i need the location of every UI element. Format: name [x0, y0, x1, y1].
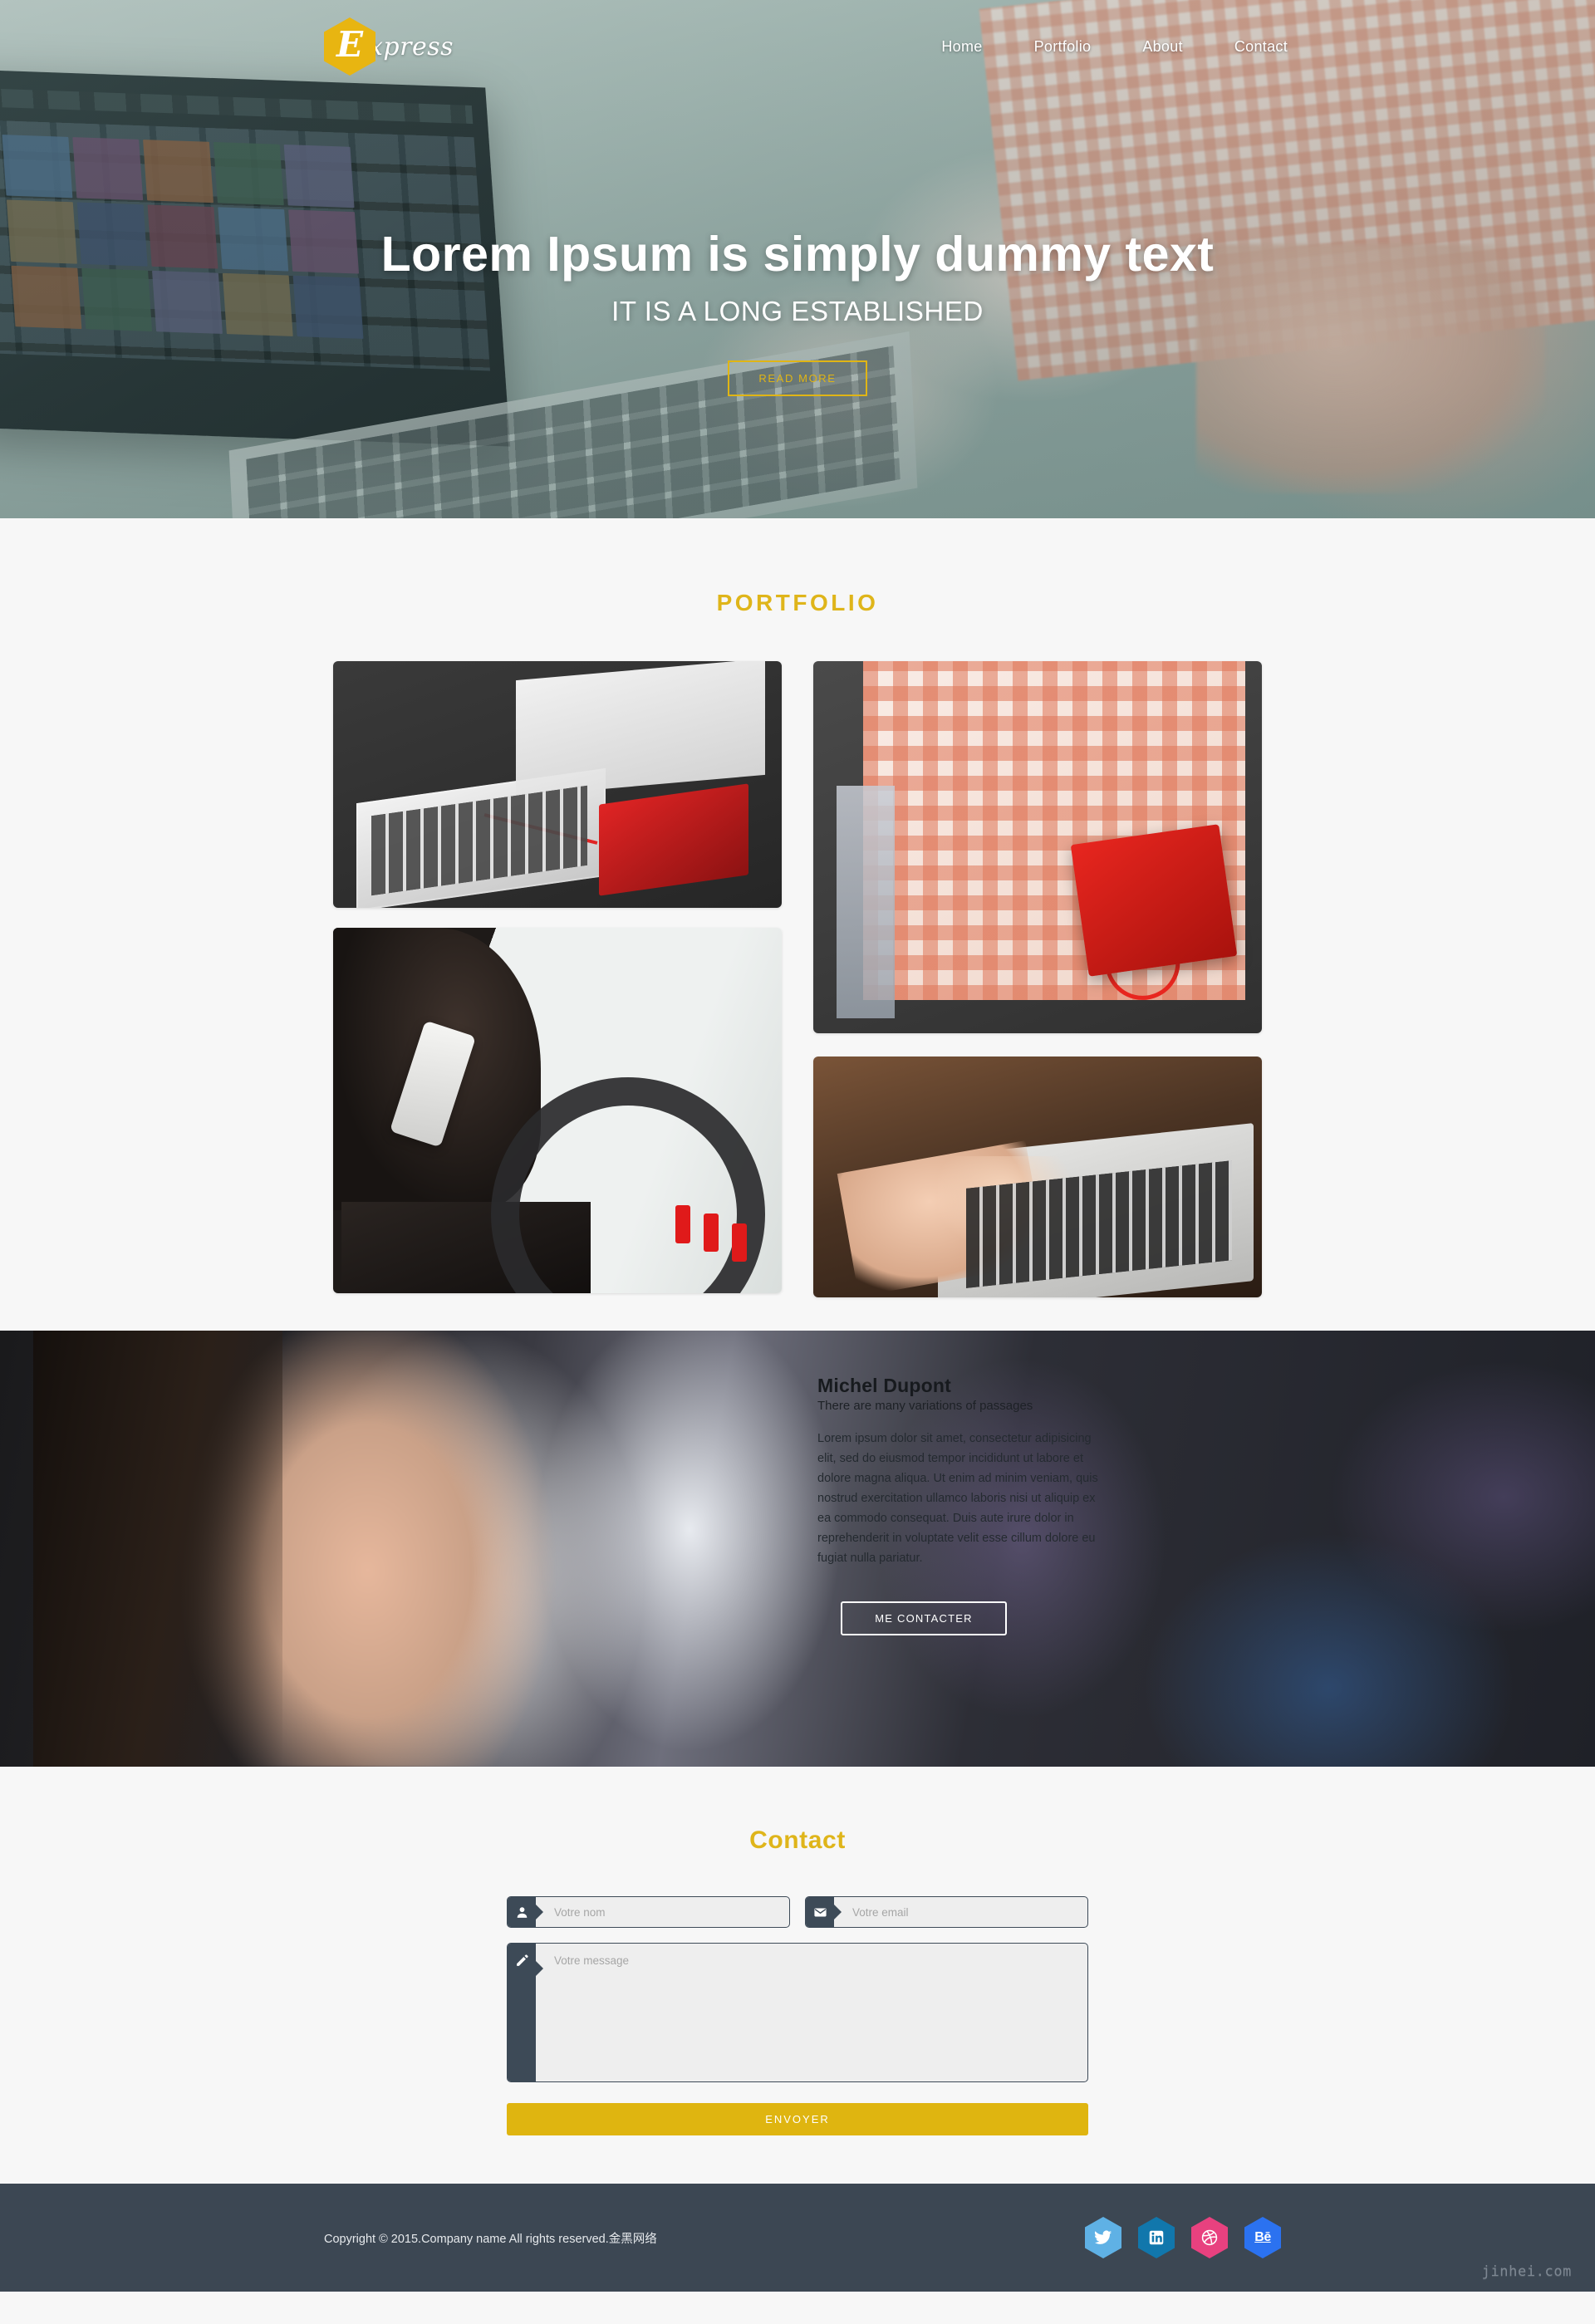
portfolio-item[interactable] — [333, 661, 782, 908]
portfolio-grid — [333, 661, 1262, 1297]
submit-button[interactable]: ENVOYER — [507, 2103, 1088, 2135]
hero-section: E xpress Home Portfolio About Contact Lo… — [0, 0, 1595, 518]
portfolio-item[interactable] — [813, 1057, 1262, 1297]
user-icon — [508, 1897, 536, 1927]
main-nav: Home Portfolio About Contact — [941, 38, 1288, 56]
me-contacter-button[interactable]: ME CONTACTER — [841, 1601, 1007, 1636]
portfolio-art — [938, 1156, 1071, 1248]
social-links: Bē — [1085, 2217, 1281, 2258]
about-hair-graphic — [33, 1331, 282, 1767]
portfolio-item[interactable] — [333, 928, 782, 1293]
dribbble-icon[interactable] — [1191, 2217, 1228, 2258]
nav-item-portfolio[interactable]: Portfolio — [1034, 38, 1092, 56]
portfolio-art — [599, 783, 748, 896]
nav-item-contact[interactable]: Contact — [1234, 38, 1288, 56]
pencil-icon — [508, 1944, 543, 2081]
portfolio-art — [516, 661, 765, 797]
portfolio-art — [491, 1077, 765, 1293]
about-section: Michel Dupont There are many variations … — [0, 1331, 1595, 1767]
portfolio-art — [675, 1205, 690, 1243]
portfolio-item[interactable] — [813, 661, 1262, 1033]
site-footer: Copyright © 2015.Company name All rights… — [0, 2184, 1595, 2292]
watermark: jinhei.com — [1481, 2263, 1572, 2280]
about-person-name: Michel Dupont — [817, 1375, 952, 1396]
about-text-column: Michel Dupont There are many variations … — [817, 1375, 1116, 1636]
copyright-text: Copyright © 2015.Company name All rights… — [324, 2232, 657, 2246]
contact-form: ENVOYER — [507, 1896, 1088, 2135]
name-input[interactable] — [536, 1897, 789, 1927]
about-tagline: There are many variations of passages — [817, 1399, 1033, 1413]
hexagon-logo-icon: E — [324, 17, 375, 76]
about-body-text: Lorem ipsum dolor sit amet, consectetur … — [817, 1432, 1098, 1566]
message-field-wrapper — [507, 1943, 1088, 2082]
top-navigation-bar: E xpress Home Portfolio About Contact — [0, 0, 1595, 93]
contact-heading: Contact — [749, 1826, 846, 1854]
portfolio-art — [837, 786, 895, 1018]
message-textarea[interactable] — [536, 1944, 1087, 2081]
read-more-button[interactable]: READ MORE — [728, 360, 867, 396]
behance-icon[interactable]: Bē — [1244, 2217, 1281, 2258]
contact-section: Contact Votre nom Votre email Votre mess… — [0, 1767, 1595, 2184]
portfolio-heading: PORTFOLIO — [716, 590, 879, 615]
site-logo[interactable]: E xpress — [324, 17, 454, 76]
nav-item-home[interactable]: Home — [941, 38, 982, 56]
name-field-wrapper — [507, 1896, 790, 1928]
hero-title: Lorem Ipsum is simply dummy text — [380, 227, 1215, 282]
behance-glyph: Bē — [1254, 2230, 1271, 2244]
portfolio-art — [1097, 904, 1185, 1005]
twitter-icon[interactable] — [1085, 2217, 1121, 2258]
contact-form-row — [507, 1896, 1088, 1928]
hero-subtitle: IT IS A LONG ESTABLISHED — [611, 296, 984, 326]
portfolio-column-left — [333, 661, 782, 1297]
portfolio-art — [483, 813, 598, 845]
logo-letter: E — [336, 24, 363, 65]
nav-item-about[interactable]: About — [1142, 38, 1183, 56]
email-input[interactable] — [834, 1897, 1087, 1927]
linkedin-icon[interactable] — [1138, 2217, 1175, 2258]
portfolio-section: PORTFOLIO — [0, 518, 1595, 1331]
about-content: Michel Dupont There are many variations … — [333, 1331, 1262, 1636]
email-field-wrapper — [805, 1896, 1088, 1928]
envelope-icon — [806, 1897, 834, 1927]
logo-wordmark: xpress — [369, 32, 454, 61]
portfolio-column-right — [813, 661, 1262, 1297]
